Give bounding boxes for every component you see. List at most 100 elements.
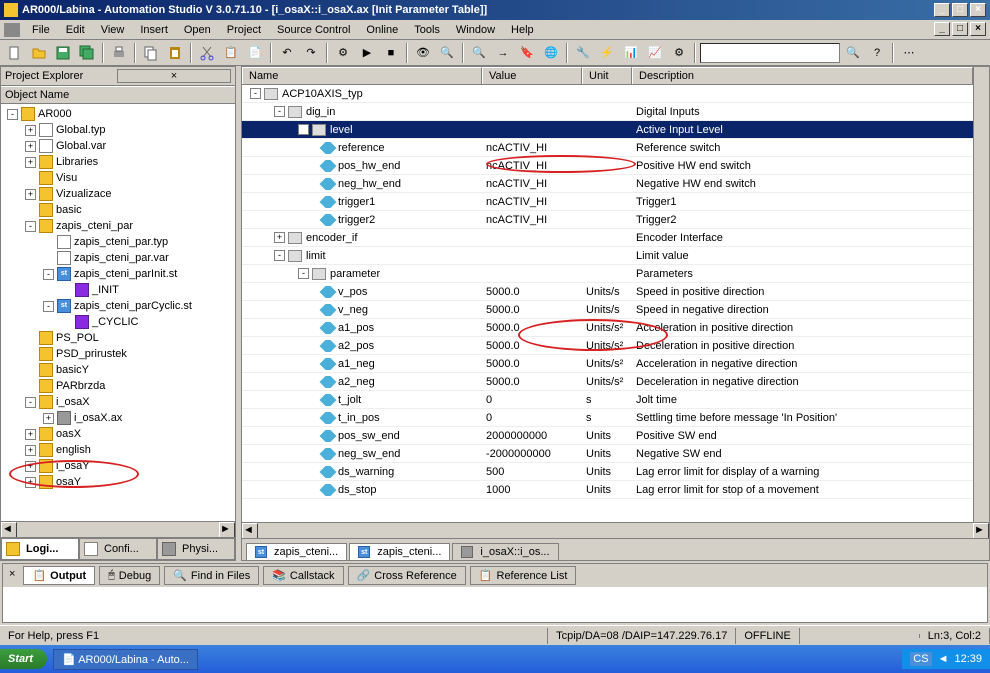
explorer-tab-logical[interactable]: Logi... xyxy=(1,538,79,560)
expand-icon[interactable]: + xyxy=(25,461,36,472)
expand-icon[interactable]: - xyxy=(274,250,285,261)
expand-icon[interactable]: - xyxy=(298,124,309,135)
redo-button[interactable]: ↷ xyxy=(300,42,322,64)
param-value[interactable]: 500 xyxy=(482,466,582,478)
grid-row[interactable]: neg_sw_end-2000000000UnitsNegative SW en… xyxy=(242,445,973,463)
grid-row[interactable]: -ACP10AXIS_typ xyxy=(242,85,973,103)
param-value[interactable]: ncACTIV_HI xyxy=(482,196,582,208)
tree-item[interactable]: +oasX xyxy=(3,426,233,442)
watch-button[interactable]: 🔍 xyxy=(436,42,458,64)
explorer-column-header[interactable]: Object Name xyxy=(1,86,235,104)
grid-row[interactable]: a1_neg5000.0Units/s²Acceleration in nega… xyxy=(242,355,973,373)
explorer-tab-config[interactable]: Confi... xyxy=(79,538,157,560)
col-value[interactable]: Value xyxy=(482,67,582,84)
tool3-button[interactable]: 📊 xyxy=(620,42,642,64)
tree-item[interactable]: _CYCLIC xyxy=(3,314,233,330)
grid-row[interactable]: t_jolt0sJolt time xyxy=(242,391,973,409)
grid-row[interactable]: ds_stop1000UnitsLag error limit for stop… xyxy=(242,481,973,499)
tree-item[interactable]: Visu xyxy=(3,170,233,186)
expand-icon[interactable]: + xyxy=(25,445,36,456)
tab-zapis1[interactable]: stzapis_cteni... xyxy=(246,543,347,560)
tab-reflist[interactable]: 📋 Reference List xyxy=(470,566,577,585)
tree-item[interactable]: +Global.var xyxy=(3,138,233,154)
param-value[interactable]: 5000.0 xyxy=(482,358,582,370)
goto-button[interactable]: → xyxy=(492,42,514,64)
save-button[interactable] xyxy=(52,42,74,64)
tab-output[interactable]: 📋 Output xyxy=(23,566,95,585)
tree-item[interactable]: +i_osaY xyxy=(3,458,233,474)
expand-icon[interactable]: - xyxy=(274,106,285,117)
paste-button[interactable] xyxy=(164,42,186,64)
param-value[interactable]: 5000.0 xyxy=(482,286,582,298)
transfer-button[interactable]: ▶ xyxy=(356,42,378,64)
expand-icon[interactable]: - xyxy=(250,88,261,99)
param-value[interactable]: 2000000000 xyxy=(482,430,582,442)
menu-project[interactable]: Project xyxy=(219,22,269,38)
tray-lang[interactable]: CS xyxy=(910,652,931,666)
explorer-hscroll[interactable]: ◄► xyxy=(1,521,235,537)
expand-icon[interactable]: - xyxy=(7,109,18,120)
expand-icon[interactable]: + xyxy=(25,157,36,168)
grid-row[interactable]: referencencACTIV_HIReference switch xyxy=(242,139,973,157)
grid-row[interactable]: -parameterParameters xyxy=(242,265,973,283)
grid-row[interactable]: v_pos5000.0Units/sSpeed in positive dire… xyxy=(242,283,973,301)
expand-icon[interactable]: + xyxy=(274,232,285,243)
extra-button[interactable]: ⋯ xyxy=(898,42,920,64)
globe-button[interactable]: 🌐 xyxy=(540,42,562,64)
find-button[interactable]: 🔍 xyxy=(842,42,864,64)
copy2-button[interactable]: 📋 xyxy=(220,42,242,64)
expand-icon[interactable]: + xyxy=(25,141,36,152)
system-tray[interactable]: CS ◄ 12:39 xyxy=(902,649,990,669)
expand-icon[interactable]: + xyxy=(25,125,36,136)
tab-zapis2[interactable]: stzapis_cteni... xyxy=(349,543,450,560)
menu-window[interactable]: Window xyxy=(448,22,503,38)
expand-icon[interactable]: + xyxy=(25,429,36,440)
parameter-grid[interactable]: -ACP10AXIS_typ-dig_inDigital Inputs-leve… xyxy=(242,85,973,522)
menu-online[interactable]: Online xyxy=(358,22,406,38)
menu-source-control[interactable]: Source Control xyxy=(269,22,358,38)
explorer-tab-physical[interactable]: Physi... xyxy=(157,538,235,560)
mdi-maximize-button[interactable]: □ xyxy=(952,22,968,36)
param-value[interactable]: 1000 xyxy=(482,484,582,496)
tree-item[interactable]: PS_POL xyxy=(3,330,233,346)
param-value[interactable]: 5000.0 xyxy=(482,376,582,388)
start-button[interactable]: Start xyxy=(0,649,47,669)
menu-insert[interactable]: Insert xyxy=(132,22,176,38)
tree-item[interactable]: PSD_prirustek xyxy=(3,346,233,362)
grid-row[interactable]: trigger1ncACTIV_HITrigger1 xyxy=(242,193,973,211)
tool5-button[interactable]: ⚙ xyxy=(668,42,690,64)
undo-button[interactable]: ↶ xyxy=(276,42,298,64)
print-button[interactable] xyxy=(108,42,130,64)
expand-icon[interactable]: - xyxy=(25,397,36,408)
menu-tools[interactable]: Tools xyxy=(406,22,448,38)
col-name[interactable]: Name xyxy=(242,67,482,84)
grid-row[interactable]: +encoder_ifEncoder Interface xyxy=(242,229,973,247)
param-value[interactable]: 0 xyxy=(482,412,582,424)
paste2-button[interactable]: 📄 xyxy=(244,42,266,64)
grid-vscroll[interactable] xyxy=(973,67,989,522)
tree-item[interactable]: zapis_cteni_par.var xyxy=(3,250,233,266)
tool1-button[interactable]: 🔧 xyxy=(572,42,594,64)
grid-row[interactable]: a2_pos5000.0Units/s²Deceleration in posi… xyxy=(242,337,973,355)
tool2-button[interactable]: ⚡ xyxy=(596,42,618,64)
expand-icon[interactable]: + xyxy=(25,477,36,488)
menu-view[interactable]: View xyxy=(93,22,133,38)
save-all-button[interactable] xyxy=(76,42,98,64)
grid-hscroll[interactable]: ◄► xyxy=(242,522,989,538)
grid-row[interactable]: trigger2ncACTIV_HITrigger2 xyxy=(242,211,973,229)
param-value[interactable]: 5000.0 xyxy=(482,322,582,334)
grid-row[interactable]: ds_warning500UnitsLag error limit for di… xyxy=(242,463,973,481)
param-value[interactable]: 0 xyxy=(482,394,582,406)
tree-item[interactable]: basicY xyxy=(3,362,233,378)
explorer-tree[interactable]: -AR000+Global.typ+Global.var+LibrariesVi… xyxy=(1,104,235,521)
tree-item[interactable]: +english xyxy=(3,442,233,458)
monitor-button[interactable]: 👁 xyxy=(412,42,434,64)
expand-icon[interactable]: + xyxy=(43,413,54,424)
param-value[interactable]: -2000000000 xyxy=(482,448,582,460)
grid-row[interactable]: pos_hw_endncACTIV_HIPositive HW end swit… xyxy=(242,157,973,175)
mdi-minimize-button[interactable]: _ xyxy=(934,22,950,36)
tree-item[interactable]: -zapis_cteni_par xyxy=(3,218,233,234)
search-combo[interactable] xyxy=(700,43,840,63)
tree-item[interactable]: PARbrzda xyxy=(3,378,233,394)
param-value[interactable]: ncACTIV_HI xyxy=(482,178,582,190)
